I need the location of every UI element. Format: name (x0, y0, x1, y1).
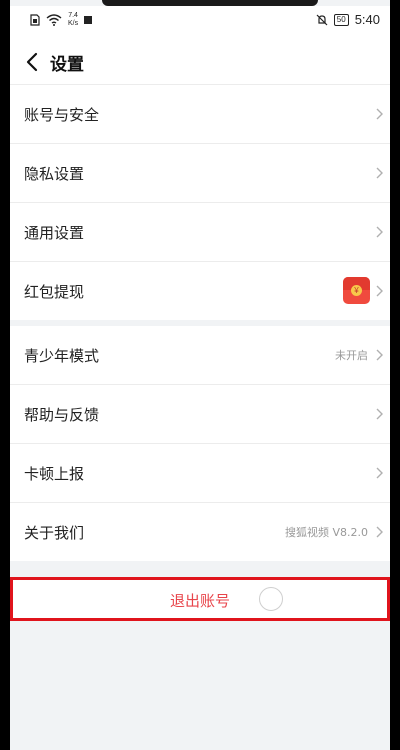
back-arrow-icon[interactable] (24, 51, 42, 73)
row-label: 帮助与反馈 (24, 405, 100, 424)
settings-group-1: 账号与安全 隐私设置 通用设置 红包提现 ¥ (10, 85, 390, 320)
teen-mode-status: 未开启 (335, 349, 368, 362)
touch-indicator-circle (259, 587, 283, 611)
status-right: 50 5:40 (316, 12, 380, 27)
row-label: 红包提现 (24, 282, 85, 301)
page-header: 设置 (10, 40, 390, 85)
row-account-security[interactable]: 账号与安全 (10, 85, 390, 144)
chevron-right-icon (376, 467, 383, 479)
row-label: 关于我们 (24, 523, 85, 542)
logout-button[interactable]: 退出账号 (10, 577, 390, 621)
network-speed: 7.4 K/s (68, 12, 78, 28)
settings-group-2: 青少年模式 未开启 帮助与反馈 卡顿上报 关于我们 搜狐视频 V8.2.0 (10, 326, 390, 561)
page-title: 设置 (50, 55, 84, 75)
logout-label: 退出账号 (169, 592, 230, 610)
row-help-feedback[interactable]: 帮助与反馈 (10, 385, 390, 444)
battery-indicator: 50 (333, 13, 349, 26)
yen-coin-icon: ¥ (351, 285, 362, 296)
row-general-settings[interactable]: 通用设置 (10, 203, 390, 262)
row-about-us[interactable]: 关于我们 搜狐视频 V8.2.0 (10, 503, 390, 561)
chevron-right-icon (376, 526, 383, 538)
row-red-packet-withdraw[interactable]: 红包提现 ¥ (10, 262, 390, 320)
wifi-icon (46, 14, 62, 26)
clock: 5:40 (354, 12, 380, 27)
chevron-right-icon (376, 285, 383, 297)
sim-icon (30, 14, 40, 26)
status-left: 7.4 K/s (30, 12, 93, 28)
mute-icon (316, 14, 328, 25)
notification-square-icon (84, 16, 93, 24)
app-version: 搜狐视频 V8.2.0 (284, 526, 368, 539)
status-bar: 7.4 K/s 50 5:40 (10, 6, 390, 40)
network-speed-unit: K/s (68, 20, 79, 27)
phone-screen: 7.4 K/s 50 5:40 设置 账号与安全 隐私设置 通用设置 红包提现 … (10, 0, 390, 750)
chevron-right-icon (376, 108, 383, 120)
network-speed-value: 7.4 (68, 12, 78, 19)
chevron-right-icon (376, 226, 383, 238)
row-lag-report[interactable]: 卡顿上报 (10, 444, 390, 503)
chevron-right-icon (376, 349, 383, 361)
row-label: 账号与安全 (24, 105, 100, 124)
row-label: 通用设置 (24, 223, 85, 242)
chevron-right-icon (376, 408, 383, 420)
row-label: 青少年模式 (24, 346, 100, 365)
row-teen-mode[interactable]: 青少年模式 未开启 (10, 326, 390, 385)
red-packet-icon: ¥ (343, 277, 370, 304)
row-label: 隐私设置 (24, 164, 85, 183)
row-label: 卡顿上报 (24, 464, 85, 483)
row-privacy-settings[interactable]: 隐私设置 (10, 144, 390, 203)
chevron-right-icon (376, 167, 383, 179)
